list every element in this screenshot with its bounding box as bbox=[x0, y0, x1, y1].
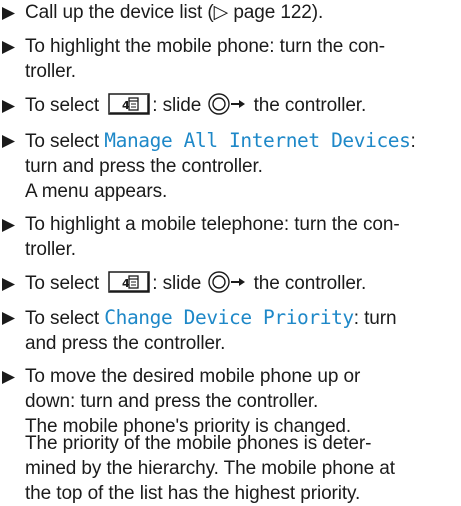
bullet-arrow-icon bbox=[2, 364, 18, 389]
step-7: To select Change Device Priority: turn a… bbox=[0, 305, 455, 356]
step-4: To select Manage All Internet Devices: t… bbox=[0, 128, 455, 204]
menu-key-icon: 4 bbox=[108, 93, 151, 115]
bullet-arrow-icon bbox=[2, 0, 18, 25]
step-5-line-2: troller. bbox=[25, 239, 76, 260]
controller-slide-right-icon bbox=[208, 271, 246, 293]
step-4-text-after: : bbox=[410, 131, 416, 152]
note-line-1: The priority of the mobile phones is det… bbox=[25, 433, 372, 454]
controller-slide-right-icon bbox=[208, 93, 246, 115]
priority-note: The priority of the mobile phones is det… bbox=[25, 431, 455, 506]
step-4-text-before: To select bbox=[25, 131, 100, 152]
menu-item-change-device-priority: Change Device Priority bbox=[104, 306, 354, 329]
step-6-text-after: : slide bbox=[152, 273, 202, 294]
step-5: To highlight a mobile telephone: turn th… bbox=[0, 212, 455, 262]
note-line-2: mined by the hierarchy. The mobile phone… bbox=[25, 458, 395, 479]
menu-item-manage-all-internet-devices: Manage All Internet Devices bbox=[104, 129, 411, 152]
step-6-text-end: the controller. bbox=[253, 273, 367, 294]
step-2: To highlight the mobile phone: turn the … bbox=[0, 34, 455, 84]
menu-key-icon: 4 bbox=[108, 271, 151, 293]
bullet-arrow-icon bbox=[2, 212, 18, 237]
step-3-text-after: : slide bbox=[152, 95, 202, 116]
step-4-line-2: turn and press the controller. bbox=[25, 156, 263, 177]
bullet-arrow-icon bbox=[2, 271, 18, 296]
bullet-arrow-icon bbox=[2, 34, 18, 59]
bullet-arrow-icon bbox=[2, 128, 18, 153]
step-2-line-2: troller. bbox=[25, 61, 76, 82]
step-7-line-2: and press the controller. bbox=[25, 333, 226, 354]
step-4-line-3: A menu appears. bbox=[25, 181, 168, 202]
step-6: To select 4 : slide the controller. bbox=[0, 271, 455, 296]
step-8-line-2: down: turn and press the controller. bbox=[25, 391, 319, 412]
note-line-3: the top of the list has the highest prio… bbox=[25, 483, 361, 504]
step-6-text-before: To select bbox=[25, 273, 100, 294]
step-3-text-before: To select bbox=[25, 95, 100, 116]
bullet-arrow-icon bbox=[2, 305, 18, 330]
step-3: To select 4 : slide the controller. bbox=[0, 93, 455, 118]
step-7-text-before: To select bbox=[25, 308, 100, 329]
step-8: To move the desired mobile phone up or d… bbox=[0, 364, 455, 439]
step-3-text-end: the controller. bbox=[253, 95, 367, 116]
step-1: Call up the device list (▷ page 122). bbox=[0, 0, 455, 25]
step-5-line-1: To highlight a mobile telephone: turn th… bbox=[25, 214, 400, 235]
step-2-line-1: To highlight the mobile phone: turn the … bbox=[25, 36, 386, 57]
step-8-line-1: To move the desired mobile phone up or bbox=[25, 366, 361, 387]
step-1-text: Call up the device list (▷ page 122). bbox=[25, 2, 324, 23]
instruction-page: Call up the device list (▷ page 122). To… bbox=[0, 0, 461, 504]
bullet-arrow-icon bbox=[2, 93, 18, 118]
step-7-text-after: : turn bbox=[353, 308, 397, 329]
